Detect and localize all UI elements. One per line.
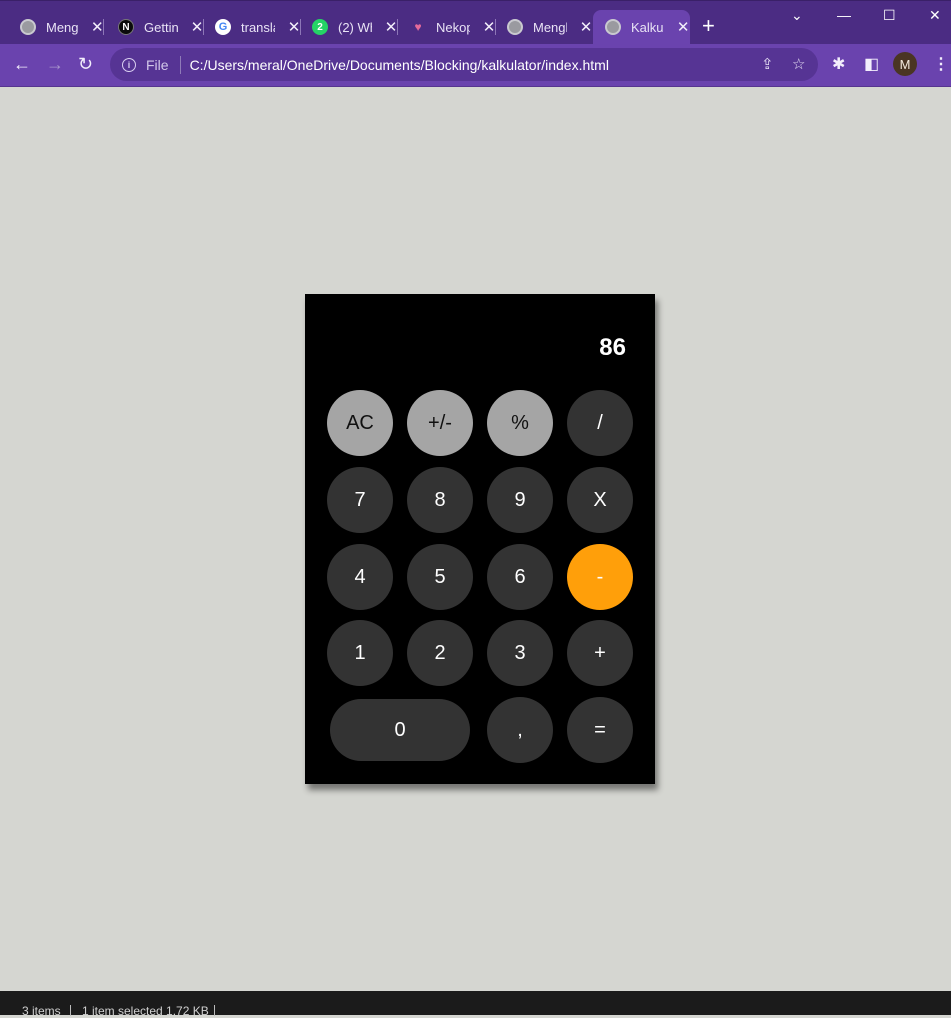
profile-avatar[interactable]: M — [893, 52, 917, 76]
digit-6-button[interactable]: 6 — [487, 544, 553, 610]
browser-toolbar: ← → ↻ i File C:/Users/meral/OneDrive/Doc… — [0, 44, 951, 87]
tab-strip: Mengh ✕ N Gettin ✕ G transla ✕ 2 (2) Wh … — [0, 0, 951, 45]
tab-translate[interactable]: G transla ✕ — [195, 10, 301, 44]
url-text[interactable]: C:/Users/meral/OneDrive/Documents/Blocki… — [190, 57, 609, 73]
tab-title: Gettin — [144, 19, 178, 35]
digit-2-button[interactable]: 2 — [407, 620, 473, 686]
digit-8-button[interactable]: 8 — [407, 467, 473, 533]
tab-whatsapp[interactable]: 2 (2) Wh ✕ — [292, 10, 398, 44]
tab-title: Mengh — [533, 19, 567, 35]
digit-7-button[interactable]: 7 — [327, 467, 393, 533]
maximize-button[interactable]: ☐ — [883, 7, 896, 24]
new-tab-button[interactable]: + — [702, 15, 715, 37]
google-icon: G — [215, 19, 231, 35]
address-bar[interactable]: i File C:/Users/meral/OneDrive/Documents… — [110, 48, 818, 81]
close-tab-icon[interactable]: ✕ — [579, 18, 593, 36]
digit-5-button[interactable]: 5 — [407, 544, 473, 610]
address-separator — [179, 55, 181, 74]
decimal-comma-button[interactable]: , — [487, 697, 553, 763]
file-explorer-status-bar: 3 items 1 item selected 1.72 KB — [0, 991, 951, 1018]
plus-minus-button[interactable]: +/- — [407, 390, 473, 456]
digit-9-button[interactable]: 9 — [487, 467, 553, 533]
nextjs-icon: N — [118, 19, 134, 35]
info-icon[interactable]: i — [122, 57, 136, 72]
reload-button[interactable]: ↻ — [78, 54, 93, 74]
close-tab-icon[interactable]: ✕ — [676, 18, 690, 36]
menu-icon[interactable]: ⋮ — [933, 54, 949, 74]
digit-1-button[interactable]: 1 — [327, 620, 393, 686]
divide-button[interactable]: / — [567, 390, 633, 456]
status-separator — [70, 1005, 71, 1016]
share-icon[interactable]: ⇪ — [761, 55, 774, 73]
extensions-icon[interactable]: ✱ — [832, 54, 845, 74]
calculator: 86 AC +/- % / 7 8 9 X 4 5 6 - 1 2 3 + 0 … — [305, 294, 655, 784]
all-clear-button[interactable]: AC — [327, 390, 393, 456]
tab-title: transla — [241, 19, 275, 35]
digit-0-button[interactable]: 0 — [330, 699, 470, 761]
tab-menghitung-2[interactable]: Mengh ✕ — [487, 10, 593, 44]
globe-icon — [507, 19, 523, 35]
nekopoi-icon: ♥ — [414, 20, 422, 34]
selection-text: 1 item selected 1.72 KB — [82, 1004, 209, 1018]
close-window-button[interactable]: ✕ — [929, 7, 941, 24]
calculator-display: 86 — [599, 334, 626, 361]
tab-getting-started[interactable]: N Gettin ✕ — [98, 10, 204, 44]
globe-icon — [605, 19, 621, 35]
tab-kalkulator-active[interactable]: Kalkul ✕ — [593, 10, 690, 44]
file-scheme-label: File — [146, 56, 169, 73]
back-button[interactable]: ← — [13, 54, 31, 74]
percent-button[interactable]: % — [487, 390, 553, 456]
bookmark-star-icon[interactable]: ☆ — [792, 55, 805, 73]
status-separator — [214, 1005, 215, 1016]
forward-button[interactable]: → — [46, 54, 64, 74]
tab-title: Nekop — [436, 19, 470, 35]
side-panel-icon[interactable]: ◧ — [864, 54, 879, 74]
tab-menghitung-1[interactable]: Mengh ✕ — [0, 10, 104, 44]
digit-4-button[interactable]: 4 — [327, 544, 393, 610]
subtract-button[interactable]: - — [567, 544, 633, 610]
digit-3-button[interactable]: 3 — [487, 620, 553, 686]
multiply-button[interactable]: X — [567, 467, 633, 533]
whatsapp-icon: 2 — [312, 19, 328, 35]
minimize-button[interactable]: — — [837, 7, 851, 23]
tab-title: Mengh — [46, 19, 79, 35]
tab-nekopoi[interactable]: ♥ Nekop ✕ — [390, 10, 496, 44]
tab-title: Kalkul — [631, 19, 665, 35]
equals-button[interactable]: = — [567, 697, 633, 763]
tab-title: (2) Wh — [338, 19, 372, 35]
globe-icon — [20, 19, 36, 35]
tab-search-icon[interactable]: ⌄ — [791, 7, 803, 24]
add-button[interactable]: + — [567, 620, 633, 686]
item-count-text: 3 items — [22, 1004, 61, 1018]
